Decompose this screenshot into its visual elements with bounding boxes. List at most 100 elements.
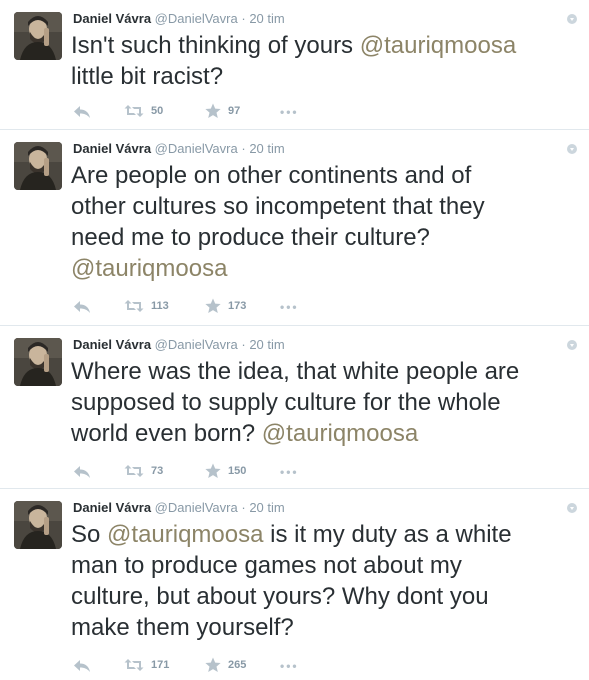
time-separator: · [241,11,246,26]
tweet-text-line: world even born? @tauriqmoosa [71,418,575,449]
author-name[interactable]: Daniel Vávra [73,11,151,26]
author-handle[interactable]: @DanielVavra [155,141,238,156]
timestamp[interactable]: 20 tim [249,141,284,156]
retweet-icon [124,658,144,672]
timestamp[interactable]: 20 tim [249,500,284,515]
tweet-header: Daniel Vávra @DanielVavra · 20 tim [73,11,285,26]
more-icon[interactable]: ••• [280,105,299,119]
more-icon[interactable]: ••• [280,659,299,673]
retweet-button[interactable]: 113 [124,299,169,313]
tweet-header: Daniel Vávra @DanielVavra · 20 tim [73,500,285,515]
retweet-count: 171 [151,659,170,671]
tweet-text-segment: culture, but about yours? Why dont you [71,583,489,610]
star-icon [205,298,221,314]
tweet-text: So @tauriqmoosa is it my duty as a white… [71,519,575,643]
time-separator: · [241,337,246,352]
author-name[interactable]: Daniel Vávra [73,141,151,156]
avatar[interactable] [14,501,62,549]
tweet-text-segment: Where was the idea, that white people ar… [71,358,520,385]
favorite-count: 265 [228,659,247,671]
tweet-actions: 73 150 ••• [0,463,589,481]
avatar[interactable] [14,142,62,190]
mention-link[interactable]: @tauriqmoosa [107,521,263,548]
reply-icon [73,465,91,479]
caret-down-icon[interactable] [567,503,577,513]
tweet[interactable]: Daniel Vávra @DanielVavra · 20 tim So @ta… [0,489,589,680]
caret-down-icon[interactable] [567,144,577,154]
retweet-icon [124,299,144,313]
retweet-count: 50 [151,105,164,117]
star-icon [205,103,221,119]
retweet-button[interactable]: 73 [124,464,163,478]
tweet-text-segment: So [71,521,108,548]
mention-link[interactable]: @tauriqmoosa [71,255,227,282]
favorite-count: 150 [228,465,247,477]
mention-link[interactable]: @tauriqmoosa [262,420,418,447]
time-separator: · [241,141,246,156]
tweet-text-segment: make them yourself? [71,614,294,641]
retweet-count: 113 [151,300,169,312]
tweet-header: Daniel Vávra @DanielVavra · 20 tim [73,141,285,156]
reply-button[interactable] [73,465,91,479]
tweet-text-segment: is it my duty as a white [263,521,512,548]
tweet[interactable]: Daniel Vávra @DanielVavra · 20 tim Isn't … [0,0,589,130]
retweet-count: 73 [151,465,164,477]
more-icon[interactable]: ••• [280,300,299,314]
tweet[interactable]: Daniel Vávra @DanielVavra · 20 tim Where … [0,326,589,489]
reply-icon [73,300,91,314]
tweet-text-line: little bit racist? [71,61,575,92]
retweet-button[interactable]: 171 [124,658,169,672]
author-handle[interactable]: @DanielVavra [155,337,238,352]
tweet-text: Are people on other continents and of oth… [71,160,575,284]
more-icon[interactable]: ••• [280,465,299,479]
favorite-button[interactable]: 265 [205,657,246,673]
reply-icon [73,105,91,119]
favorite-count: 173 [228,300,247,312]
reply-icon [73,659,91,673]
tweet-header: Daniel Vávra @DanielVavra · 20 tim [73,337,285,352]
tweet-text-line: other cultures so incompetent that they [71,191,575,222]
tweet-text-segment: world even born? [71,420,262,447]
author-handle[interactable]: @DanielVavra [155,11,238,26]
caret-down-icon[interactable] [567,14,577,24]
tweet-text-line: man to produce games not about my [71,550,575,581]
author-name[interactable]: Daniel Vávra [73,337,151,352]
tweet-text-segment: need me to produce their culture? [71,224,430,251]
retweet-icon [124,104,144,118]
tweet-text-line: Are people on other continents and of [71,160,575,191]
tweet[interactable]: Daniel Vávra @DanielVavra · 20 tim Are pe… [0,130,589,326]
tweet-text-line: Where was the idea, that white people ar… [71,356,575,387]
mention-link[interactable]: @tauriqmoosa [360,32,516,59]
tweet-text-line: supposed to supply culture for the whole [71,387,575,418]
author-handle[interactable]: @DanielVavra [155,500,238,515]
tweet-actions: 50 97 ••• [0,103,589,121]
avatar[interactable] [14,338,62,386]
tweet-text-segment: little bit racist? [71,63,224,90]
retweet-icon [124,464,144,478]
star-icon [205,657,221,673]
author-name[interactable]: Daniel Vávra [73,500,151,515]
timestamp[interactable]: 20 tim [249,11,284,26]
tweet-text-segment: Are people on other continents and of [71,162,472,189]
tweet-text-line: culture, but about yours? Why dont you [71,581,575,612]
caret-down-icon[interactable] [567,340,577,350]
timestamp[interactable]: 20 tim [249,337,284,352]
tweet-text-segment: supposed to supply culture for the whole [71,389,501,416]
retweet-button[interactable]: 50 [124,104,163,118]
reply-button[interactable] [73,105,91,119]
favorite-count: 97 [228,105,241,117]
favorite-button[interactable]: 97 [205,103,240,119]
reply-button[interactable] [73,659,91,673]
tweet-text-line: @tauriqmoosa [71,253,575,284]
tweet-text-line: need me to produce their culture? [71,222,575,253]
favorite-button[interactable]: 173 [205,298,246,314]
tweet-text-segment: Isn't such thinking of yours [71,32,360,59]
favorite-button[interactable]: 150 [205,463,246,479]
reply-button[interactable] [73,300,91,314]
tweet-text-line: Isn't such thinking of yours @tauriqmoos… [71,30,575,61]
tweet-text-line: So @tauriqmoosa is it my duty as a white [71,519,575,550]
tweet-actions: 171 265 ••• [0,657,589,675]
avatar[interactable] [14,12,62,60]
star-icon [205,463,221,479]
tweet-text-segment: man to produce games not about my [71,552,462,579]
